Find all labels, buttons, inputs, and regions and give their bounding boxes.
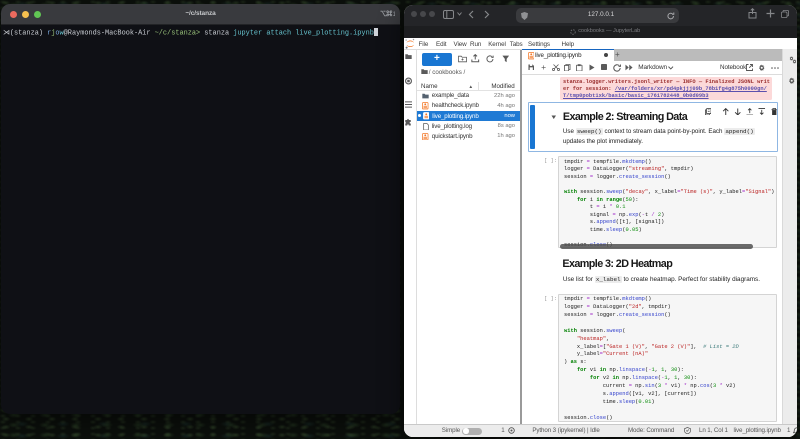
svg-text:1: 1	[393, 11, 395, 16]
